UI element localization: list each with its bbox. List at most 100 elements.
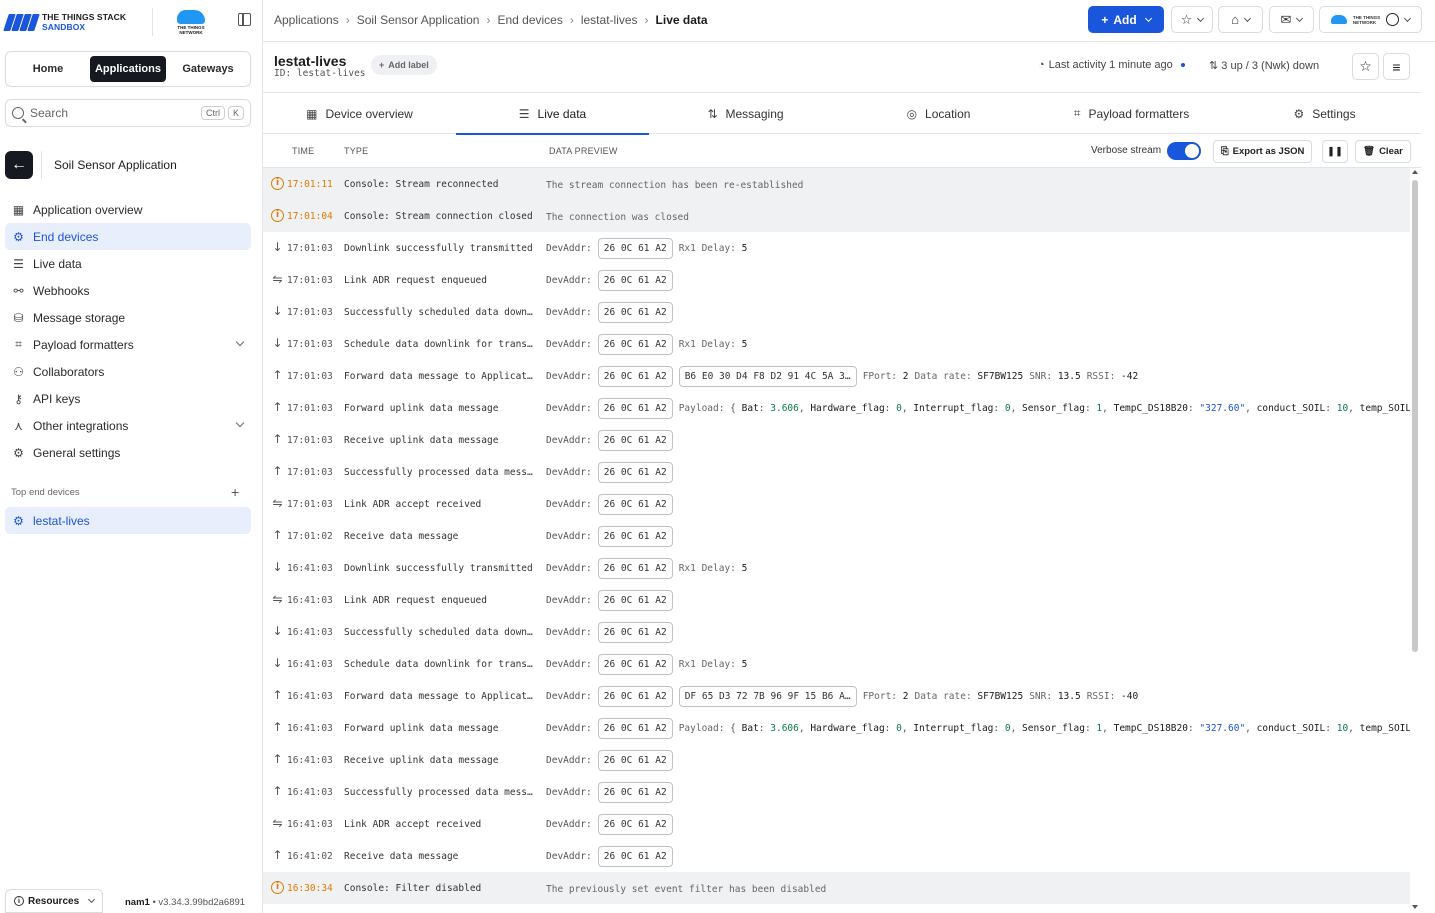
devaddr-chip[interactable]: 26 0C 61 A2	[597, 301, 673, 323]
devaddr-chip[interactable]: 26 0C 61 A2	[597, 685, 673, 707]
devaddr-chip[interactable]: 26 0C 61 A2	[597, 813, 673, 835]
breadcrumb-device[interactable]: lestat-lives	[581, 13, 638, 27]
devaddr-label: DevAddr:	[546, 658, 592, 670]
sidebar-item-end-devices[interactable]: ⚙ End devices	[5, 223, 251, 250]
devaddr-chip[interactable]: 26 0C 61 A2	[597, 781, 673, 803]
breadcrumb-application[interactable]: Soil Sensor Application	[357, 13, 480, 27]
scroll-up-arrow-icon[interactable]	[1412, 170, 1418, 174]
tab-messaging[interactable]: ⇅ Messaging	[649, 93, 842, 134]
table-row[interactable]: ↑ 16:41:03 Receive uplink data message DevA…	[263, 744, 1410, 776]
table-row[interactable]: ↑ 17:01:03 Forward data message to Applica…	[263, 360, 1410, 392]
breadcrumb-applications[interactable]: Applications	[274, 13, 339, 27]
add-button[interactable]: + Add	[1088, 6, 1164, 33]
clear-button[interactable]: 🗑 Clear	[1355, 140, 1411, 163]
devaddr-chip[interactable]: 26 0C 61 A2	[597, 717, 673, 739]
devaddr-chip[interactable]: 26 0C 61 A2	[597, 525, 673, 547]
nav-home-button[interactable]: Home	[10, 56, 86, 82]
arrow-down-icon: ↓	[272, 336, 283, 350]
sidebar-item-collaborators[interactable]: ⚇ Collaborators	[5, 358, 251, 385]
table-row[interactable]: ⇋ 16:41:03 Link ADR accept received DevAddr…	[263, 808, 1410, 840]
payload-hex-chip[interactable]: B6 E0 30 D4 F8 D2 91 4C 5A 38 FD…	[678, 365, 857, 387]
devaddr-chip[interactable]: 26 0C 61 A2	[597, 653, 673, 675]
bookmark-device-button[interactable]: ☆	[1352, 53, 1379, 80]
devaddr-chip[interactable]: 26 0C 61 A2	[597, 333, 673, 355]
devaddr-chip[interactable]: 26 0C 61 A2	[597, 589, 673, 611]
event-message: The connection was closed	[546, 212, 689, 223]
payload-hex-chip[interactable]: DF 65 D3 72 7B 96 9F 15 B6 AA 92…	[678, 685, 857, 707]
sidebar-item-payload-formatters[interactable]: ⌗ Payload formatters	[5, 331, 251, 358]
more-menu-button[interactable]: ≡	[1383, 53, 1410, 80]
devaddr-chip[interactable]: 26 0C 61 A2	[597, 269, 673, 291]
labels-button[interactable]: ⌂	[1218, 6, 1263, 33]
table-row[interactable]: ↑ 16:41:03 Forward uplink data message DevA…	[263, 712, 1410, 744]
devaddr-chip[interactable]: 26 0C 61 A2	[597, 237, 673, 259]
scroll-down-arrow-icon[interactable]	[1412, 905, 1418, 909]
nav-applications-button[interactable]: Applications	[90, 56, 166, 82]
events-list[interactable]: i 17:01:11 Console: Stream reconnected The …	[263, 168, 1410, 913]
pause-button[interactable]: ❚❚	[1322, 140, 1348, 163]
sidebar-item-webhooks[interactable]: ⚯ Webhooks	[5, 277, 251, 304]
verbose-stream-toggle[interactable]	[1167, 142, 1201, 160]
table-row[interactable]: ↓ 17:01:03 Downlink successfully transmitt…	[263, 232, 1410, 264]
event-type: Downlink successfully transmitted	[344, 243, 533, 254]
bookmarks-button[interactable]: ☆	[1171, 6, 1213, 33]
tab-settings[interactable]: ⚙ Settings	[1228, 93, 1421, 134]
sidebar-item-live-data[interactable]: ☰ Live data	[5, 250, 251, 277]
sidebar-collapse-icon[interactable]	[238, 13, 251, 26]
table-row[interactable]: ↓ 16:41:03 Schedule data downlink for tran…	[263, 648, 1410, 680]
breadcrumb-end-devices[interactable]: End devices	[497, 13, 562, 27]
table-row[interactable]: ⇋ 17:01:03 Link ADR accept received DevAddr…	[263, 488, 1410, 520]
table-row[interactable]: i 17:01:04 Console: Stream connection clos…	[263, 200, 1410, 232]
plus-icon[interactable]: +	[231, 484, 239, 500]
user-menu-button[interactable]: THE THINGS NETWORK	[1319, 6, 1422, 33]
devaddr-chip[interactable]: 26 0C 61 A2	[597, 621, 673, 643]
table-row[interactable]: ↑ 16:41:03 Successfully processed data mes…	[263, 776, 1410, 808]
arrow-down-icon: ↓	[272, 304, 283, 318]
tab-location[interactable]: ◎ Location	[842, 93, 1035, 134]
table-row[interactable]: ↑ 17:01:03 Receive uplink data message DevA…	[263, 424, 1410, 456]
add-label-button[interactable]: + Add label	[371, 55, 437, 75]
sidebar-item-lestat-lives[interactable]: ⚙ lestat-lives	[5, 507, 251, 534]
devaddr-chip[interactable]: 26 0C 61 A2	[597, 397, 673, 419]
table-row[interactable]: ↓ 16:41:03 Downlink successfully transmitt…	[263, 552, 1410, 584]
devaddr-chip[interactable]: 26 0C 61 A2	[597, 461, 673, 483]
notifications-button[interactable]: ✉	[1269, 6, 1314, 33]
table-row[interactable]: ↑ 17:01:03 Forward uplink data message DevA…	[263, 392, 1410, 424]
tab-device-overview[interactable]: ▦ Device overview	[263, 93, 456, 134]
devaddr-chip[interactable]: 26 0C 61 A2	[597, 749, 673, 771]
table-row[interactable]: i 16:30:34 Console: Filter disabled The pre…	[263, 872, 1410, 904]
tab-payload-formatters[interactable]: ⌗ Payload formatters	[1035, 93, 1228, 134]
table-row[interactable]: ⇋ 16:41:03 Link ADR request enqueued DevAdd…	[263, 584, 1410, 616]
tab-live-data[interactable]: ☰ Live data	[456, 93, 649, 135]
devaddr-chip[interactable]: 26 0C 61 A2	[597, 365, 673, 387]
back-arrow-icon[interactable]: ←	[5, 151, 33, 179]
devaddr-chip[interactable]: 26 0C 61 A2	[597, 557, 673, 579]
table-row[interactable]: ↑ 17:01:03 Successfully processed data mes…	[263, 456, 1410, 488]
table-row[interactable]: i 17:01:11 Console: Stream reconnected The …	[263, 168, 1410, 200]
up-down-arrows-icon: ⇅	[1209, 60, 1219, 72]
nav-gateways-button[interactable]: Gateways	[170, 56, 246, 82]
search-input[interactable]: Search Ctrl K	[5, 99, 251, 127]
table-row[interactable]: ↓ 17:01:03 Schedule data downlink for tran…	[263, 328, 1410, 360]
sidebar-item-general-settings[interactable]: ⚙ General settings	[5, 439, 251, 466]
table-row[interactable]: ↑ 16:41:02 Receive data message DevAddr: 26 …	[263, 840, 1410, 872]
scrollbar-thumb[interactable]	[1412, 180, 1418, 652]
devaddr-chip[interactable]: 26 0C 61 A2	[597, 429, 673, 451]
table-row[interactable]: ↓ 17:01:03 Successfully scheduled data dow…	[263, 296, 1410, 328]
devaddr-chip[interactable]: 26 0C 61 A2	[597, 493, 673, 515]
sidebar-item-application-overview[interactable]: ▦ Application overview	[5, 196, 251, 223]
table-row[interactable]: ↑ 17:01:02 Receive data message DevAddr: 26 …	[263, 520, 1410, 552]
things-stack-logo[interactable]: THE THINGS STACK SANDBOX	[3, 10, 126, 34]
resources-button[interactable]: i Resources	[5, 889, 104, 913]
event-type: Forward uplink data message	[344, 723, 499, 734]
event-type: Successfully processed data message	[344, 467, 534, 478]
sidebar-item-message-storage[interactable]: ⛁ Message storage	[5, 304, 251, 331]
table-row[interactable]: ⇋ 17:01:03 Link ADR request enqueued DevAdd…	[263, 264, 1410, 296]
scrollbar[interactable]	[1410, 168, 1421, 913]
table-row[interactable]: ↓ 16:41:03 Successfully scheduled data dow…	[263, 616, 1410, 648]
devaddr-chip[interactable]: 26 0C 61 A2	[597, 845, 673, 867]
table-row[interactable]: ↑ 16:41:03 Forward data message to Applica…	[263, 680, 1410, 712]
sidebar-item-api-keys[interactable]: ⚷ API keys	[5, 385, 251, 412]
sidebar-item-other-integrations[interactable]: ⋏ Other integrations	[5, 412, 251, 439]
export-json-button[interactable]: ⎘ Export as JSON	[1213, 140, 1313, 163]
